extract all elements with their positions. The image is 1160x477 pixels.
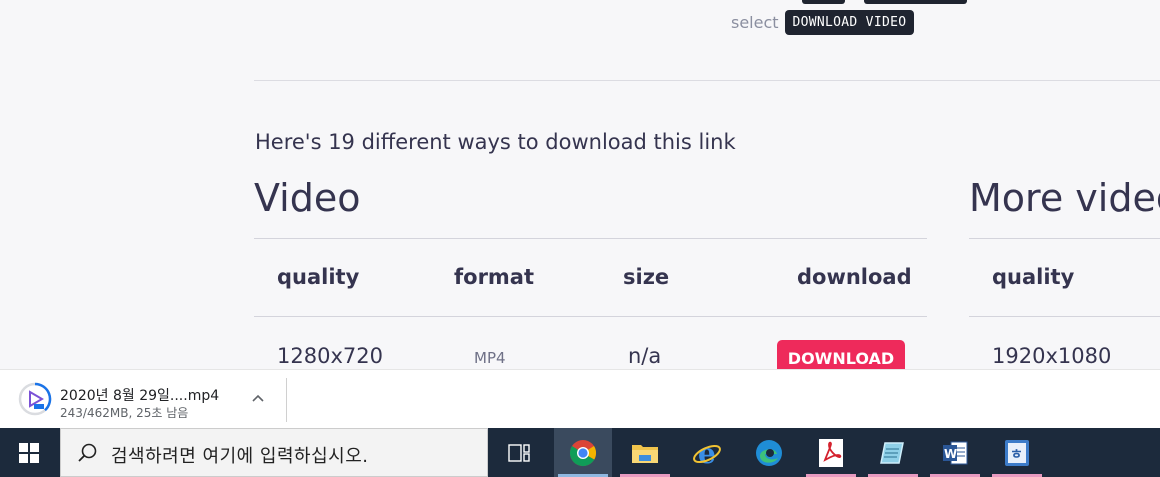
file-explorer-icon[interactable] (616, 428, 674, 477)
web-page: select DOWNLOAD VIDEO Here's 19 differen… (0, 0, 1160, 369)
more-col-header-quality: quality (992, 265, 1075, 289)
video-title-divider (254, 238, 927, 239)
divider (286, 378, 287, 422)
download-file-name: 2020년 8월 29일....mp4 (60, 388, 220, 404)
ways-count-text: Here's 19 different ways to download thi… (255, 130, 736, 154)
select-hint: select DOWNLOAD VIDEO (731, 10, 915, 35)
svg-text:W: W (944, 447, 957, 461)
internet-explorer-icon[interactable]: e (678, 428, 736, 477)
search-placeholder: 검색하려면 여기에 입력하십시오. (111, 446, 369, 467)
col-header-format: format (454, 265, 535, 289)
header-divider (254, 316, 927, 317)
divider (254, 80, 1160, 81)
more-video-section-title: More video (969, 176, 1160, 220)
svg-text:e: e (698, 438, 716, 468)
acrobat-icon[interactable] (802, 428, 860, 477)
col-header-quality: quality (277, 265, 360, 289)
col-header-size: size (623, 265, 670, 289)
more-row-quality: 1920x1080 (992, 344, 1112, 368)
download-video-key: DOWNLOAD VIDEO (784, 10, 915, 35)
taskbar-search-input[interactable]: 검색하려면 여기에 입력하십시오. (60, 428, 488, 477)
download-progress-status: 243/462MB, 25초 남음 (60, 406, 189, 420)
hangul-icon[interactable]: ㅎ (988, 428, 1046, 477)
col-header-download: download (797, 265, 912, 289)
more-header-divider (969, 316, 1160, 317)
chevron-up-icon[interactable] (248, 389, 268, 409)
taskbar: 검색하려면 여기에 입력하십시오. e W ㅎ (0, 428, 1160, 477)
windows-start-icon[interactable] (0, 428, 58, 477)
video-section-title: Video (254, 176, 361, 220)
row-quality: 1280x720 (277, 344, 383, 368)
key-hint-partial (802, 0, 845, 4)
download-shelf: 2020년 8월 29일....mp4 243/462MB, 25초 남음 (0, 369, 1160, 428)
search-icon (78, 443, 97, 462)
video-file-icon (18, 382, 52, 416)
select-label: select (731, 13, 779, 32)
more-title-divider (969, 238, 1160, 239)
notepad-icon[interactable] (864, 428, 922, 477)
edge-icon[interactable] (740, 428, 798, 477)
key-hint-partial (864, 0, 967, 4)
row-format: MP4 (474, 349, 506, 367)
word-icon[interactable]: W (926, 428, 984, 477)
row-size: n/a (628, 344, 662, 368)
task-view-icon[interactable] (490, 428, 548, 477)
download-button[interactable]: DOWNLOAD (777, 340, 905, 369)
svg-text:ㅎ: ㅎ (1010, 447, 1023, 463)
chrome-icon[interactable] (554, 428, 612, 477)
